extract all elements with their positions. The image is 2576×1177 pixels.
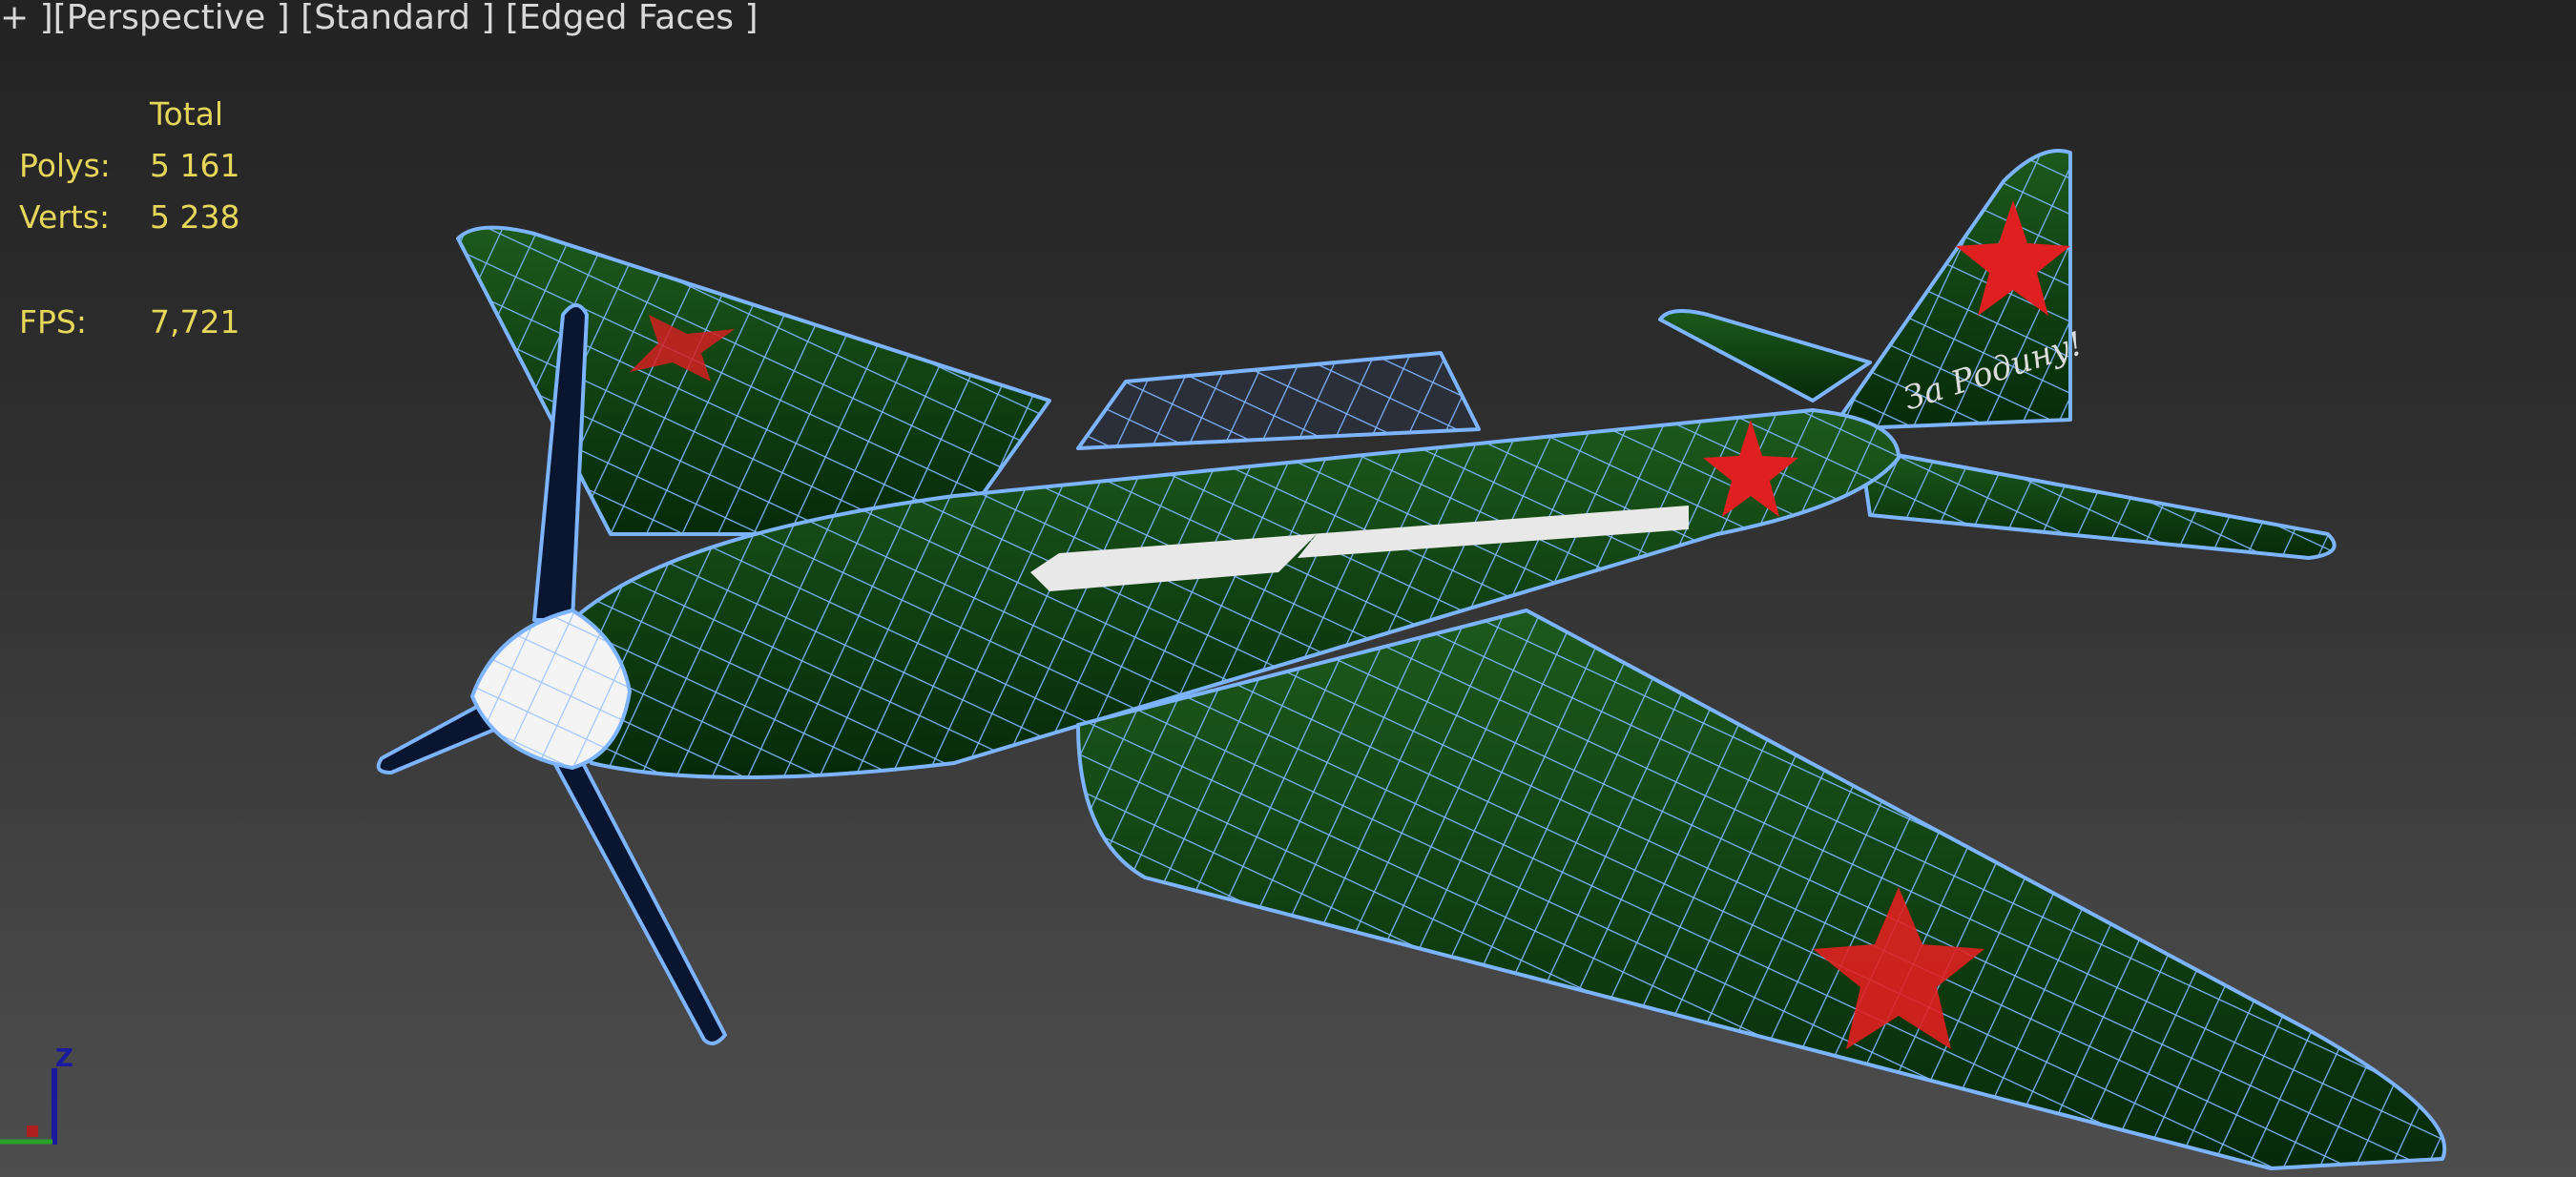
aircraft-model[interactable] (376, 149, 2447, 1170)
shading-mode-button[interactable]: Standard (314, 0, 470, 37)
display-mode-button[interactable]: Edged Faces (519, 0, 734, 37)
viewport-menu-button[interactable]: + (0, 0, 29, 37)
axis-gizmo: Z (0, 1044, 73, 1145)
viewport-scene[interactable]: За Родину! Z (0, 0, 2576, 1177)
polys-value: 5 161 (150, 147, 240, 184)
polys-label: Polys: (19, 147, 111, 184)
view-mode-button[interactable]: Perspective (67, 0, 266, 37)
stats-header: Total (150, 95, 224, 133)
viewport-label: + ][Perspective ] [Standard ] [Edged Fac… (0, 0, 758, 37)
axis-z-label: Z (55, 1044, 73, 1073)
fps-value: 7,721 (150, 303, 240, 341)
left-stabilizer (1658, 309, 1872, 403)
verts-label: Verts: (19, 198, 111, 236)
verts-value: 5 238 (150, 198, 240, 236)
statistics-overlay: Total Polys: 5 161 Verts: 5 238 FPS: 7,7… (0, 95, 286, 362)
fps-label: FPS: (19, 303, 87, 341)
